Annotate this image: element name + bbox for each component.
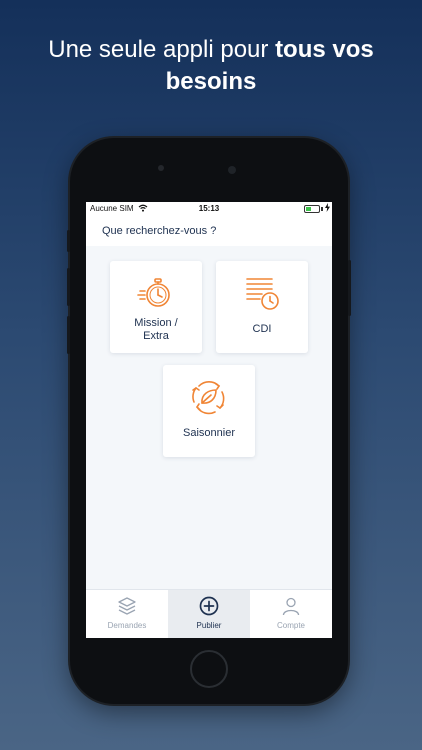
card-label: Saisonnier [183,427,235,439]
card-label: CDI [252,323,272,335]
card-cdi[interactable]: CDI [216,261,308,353]
page-title: Que recherchez-vous ? [102,225,217,237]
card-mission-extra[interactable]: Mission / Extra [110,261,202,353]
status-bar: Aucune SIM 15:13 [86,202,332,216]
phone-power-button [348,260,351,316]
layers-icon [117,596,137,616]
headline-line-1: Une seule appli pour tous vos [0,34,422,66]
document-clock-icon [242,273,282,313]
headline-line-2: besoins [165,68,257,95]
phone-volume-up [67,268,70,306]
tab-demandes[interactable]: Demandes [86,590,168,638]
phone-screen: Aucune SIM 15:13 Que recherchez-vous ? M… [86,202,332,638]
headline-plain: Une seule appli pour [48,36,276,63]
phone-mute-switch [67,230,70,252]
phone-frame: Aucune SIM 15:13 Que recherchez-vous ? M… [67,138,351,704]
tab-label: Demandes [107,621,147,630]
headline-bold-1: tous vos [275,36,374,63]
phone-camera [228,166,236,174]
tab-compte[interactable]: Compte [250,590,332,638]
battery-icon [304,205,320,213]
charging-bolt-icon [325,203,330,214]
user-icon [281,596,301,616]
tab-publier[interactable]: Publier [168,590,250,638]
tab-label: Compte [276,621,305,630]
tab-bar: Demandes Publier Compte [86,589,332,638]
phone-volume-down [67,316,70,354]
plus-circle-icon [199,596,219,616]
tab-label: Publier [196,621,222,630]
card-saisonnier[interactable]: Saisonnier [163,365,255,457]
leaf-cycle-icon [189,377,229,417]
page-header: Que recherchez-vous ? [86,216,332,246]
status-time: 15:13 [198,204,220,213]
card-label: Mission / Extra [134,317,178,342]
headline: Une seule appli pour tous vos besoins [0,34,422,98]
home-button [190,650,228,688]
phone-sensor [158,165,164,171]
battery-tip [321,207,323,211]
stopwatch-icon [136,273,176,313]
